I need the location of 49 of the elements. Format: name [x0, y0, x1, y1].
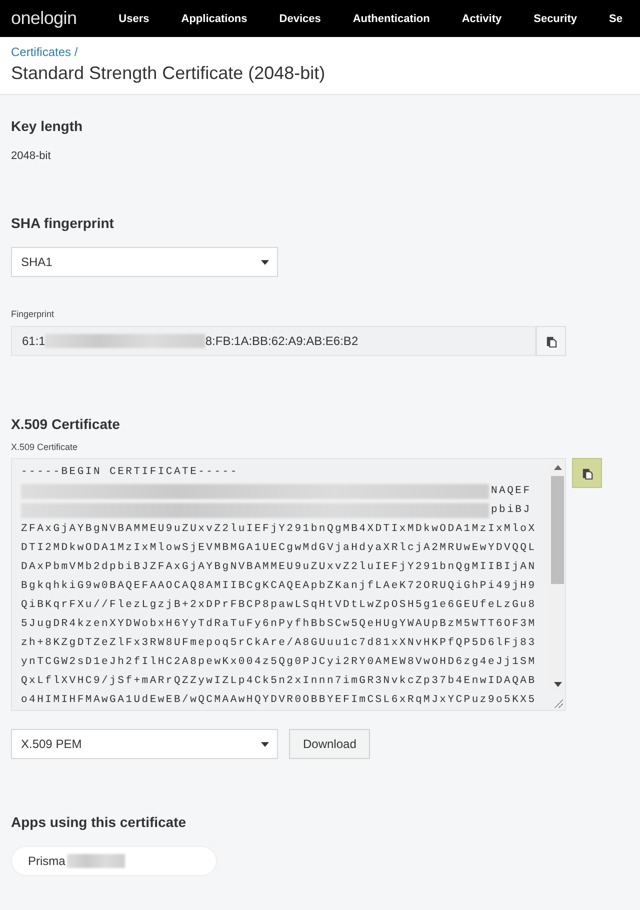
certificate-line: pbiBJ [491, 503, 532, 518]
scroll-up-icon[interactable] [554, 465, 562, 470]
caret-icon [261, 742, 269, 746]
nav-link[interactable]: Security [534, 12, 578, 24]
certificate-line: DAxPbmVMb2dpbiBJZFAxGjAYBgNVBAMMEU9uZUxvZ2luIEFjY291bnQgMIIBIjAN [21, 560, 536, 575]
key-length-value: 2048-bit [11, 150, 52, 162]
section-heading: SHA fingerprint [11, 215, 115, 231]
page-title: Standard Strength Certificate (2048-bit) [11, 63, 326, 84]
copy-icon [582, 466, 592, 480]
certificate-line: QxLflXVHC9/jSf+mARrQZZywIZLp4Ck5n2xInnn7imGR3NvkcZp37b4EnwIDAQAB [21, 674, 536, 689]
app-chip[interactable]: Prisma [11, 846, 217, 876]
dropdown-value: X.509 PEM [21, 737, 82, 751]
certificate-line: -----BEGIN CERTIFICATE----- [21, 465, 238, 480]
certificate-line: BgkqhkiG9w0BAQEFAAOCAQ8AMIIBCgKCAQEApbZKanjfLAeK72ORUQiGhPi49jH9 [21, 579, 536, 594]
certificate-line: zh+8KZgDTZeZlFx3RW8UFmepoq5rCkAre/A8GUuu1c7d81xXNvHKPfQP5D6lFj83 [21, 636, 536, 651]
copy-icon [546, 334, 556, 348]
logo[interactable]: onelogin [11, 8, 77, 29]
copy-button[interactable] [536, 326, 566, 356]
certificate-line: ZFAxGjAYBgNVBAMMEU9uZUxvZ2luIEFjY291bnQgMB4XDTIxMDkwODA1MzIxMloX [21, 522, 536, 537]
certificate-line: QiBKqrFXu//FlezLgzjB+2xDPrFBCP8pawLSqHtVDtLwZpOSH5g1e6GEUfeLzGu8 [21, 598, 536, 613]
scrollbar-thumb[interactable] [551, 476, 564, 584]
nav-link[interactable]: Users [118, 12, 150, 24]
download-button[interactable]: Download [289, 729, 370, 759]
nav-link[interactable]: Authentication [352, 12, 430, 24]
certificate-text-area[interactable] [11, 458, 566, 711]
certificate-line: o4HIMIHFMAwGA1UdEwEB/wQCMAAwHQYDVR0OBBYEFImCSL6xRqMJxYCPuz9o5KX5 [21, 693, 536, 708]
breadcrumb-link[interactable]: Certificates / [11, 45, 629, 59]
caret-icon [261, 260, 269, 264]
nav-link[interactable]: Applications [181, 12, 248, 24]
certificate-line: NAQEF [491, 484, 532, 499]
scroll-down-icon[interactable] [554, 682, 562, 687]
certificate-line: ynTCGW2sD1eJh2fIlHC2A8pewKx004z5Qg0PJCyi2RY0AMEW8VwOHD6zg4eJj1SM [21, 655, 536, 670]
field-label: Fingerprint [11, 309, 56, 319]
app-name: Prisma [28, 854, 66, 868]
nav-link[interactable]: Se [609, 12, 622, 24]
copy-button[interactable] [572, 458, 602, 488]
dropdown-value: SHA1 [21, 255, 52, 269]
dropdown[interactable]: SHA1 [11, 247, 278, 277]
nav-link[interactable]: Devices [279, 12, 321, 24]
field-label: X.509 Certificate [11, 442, 79, 452]
dropdown[interactable]: X.509 PEM [11, 729, 278, 759]
section-heading: Key length [11, 118, 84, 134]
fingerprint-text: 8:FB:1A:BB:62:A9:AB:E6:B2 [205, 334, 358, 348]
section-heading: Apps using this certificate [11, 814, 188, 830]
certificate-line: DTI2MDkwODA1MzIxMlowSjEVMBMGA1UECgwMdGVjaHdyaXRlcjA2MRUwEwYDVQQL [21, 541, 536, 556]
fingerprint-text: 61:1 [22, 334, 46, 348]
nav-link[interactable]: Activity [462, 12, 502, 24]
certificate-line: 5JugDR4kzenXYDWobxH6YyTdRaTuFy6nPyfhBbSCw5QeHUgYWAUpBzM5WTT6OF3M [21, 617, 536, 632]
section-heading: X.509 Certificate [11, 416, 121, 432]
